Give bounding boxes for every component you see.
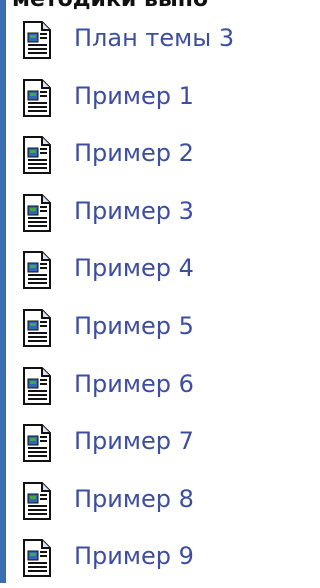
document-icon[interactable] — [22, 250, 52, 290]
document-link[interactable]: Пример 7 — [74, 426, 194, 456]
list-item-primer-5[interactable]: Пример 5 — [0, 300, 275, 358]
list-item-primer-4[interactable]: Пример 4 — [0, 242, 275, 300]
document-icon[interactable] — [22, 20, 52, 60]
document-link[interactable]: Пример 3 — [74, 196, 194, 226]
document-link-list: План темы 3 Пример 1 Пример 2 Пример 3 П… — [0, 12, 275, 588]
document-link[interactable]: Пример 2 — [74, 138, 194, 168]
document-icon[interactable] — [22, 78, 52, 118]
document-link[interactable]: Пример 9 — [74, 541, 194, 571]
list-item-plan-temy-3[interactable]: План темы 3 — [0, 12, 275, 70]
document-link[interactable]: Пример 8 — [74, 484, 194, 514]
list-item-primer-1[interactable]: Пример 1 — [0, 70, 275, 128]
list-item-primer-2[interactable]: Пример 2 — [0, 127, 275, 185]
document-link[interactable]: План темы 3 — [74, 23, 234, 53]
document-link[interactable]: Пример 1 — [74, 81, 194, 111]
list-item-primer-7[interactable]: Пример 7 — [0, 415, 275, 473]
list-item-primer-8[interactable]: Пример 8 — [0, 473, 275, 531]
document-link[interactable]: Пример 6 — [74, 369, 194, 399]
document-link[interactable]: Пример 4 — [74, 253, 194, 283]
document-icon[interactable] — [22, 308, 52, 348]
list-item-primer-3[interactable]: Пример 3 — [0, 185, 275, 243]
document-icon[interactable] — [22, 135, 52, 175]
document-icon[interactable] — [22, 193, 52, 233]
list-item-primer-9[interactable]: Пример 9 — [0, 530, 275, 588]
section-heading: методики выпо — [12, 0, 208, 12]
document-icon[interactable] — [22, 366, 52, 406]
document-icon[interactable] — [22, 538, 52, 578]
document-icon[interactable] — [22, 481, 52, 521]
document-icon[interactable] — [22, 423, 52, 463]
list-item-primer-6[interactable]: Пример 6 — [0, 358, 275, 416]
document-link[interactable]: Пример 5 — [74, 311, 194, 341]
